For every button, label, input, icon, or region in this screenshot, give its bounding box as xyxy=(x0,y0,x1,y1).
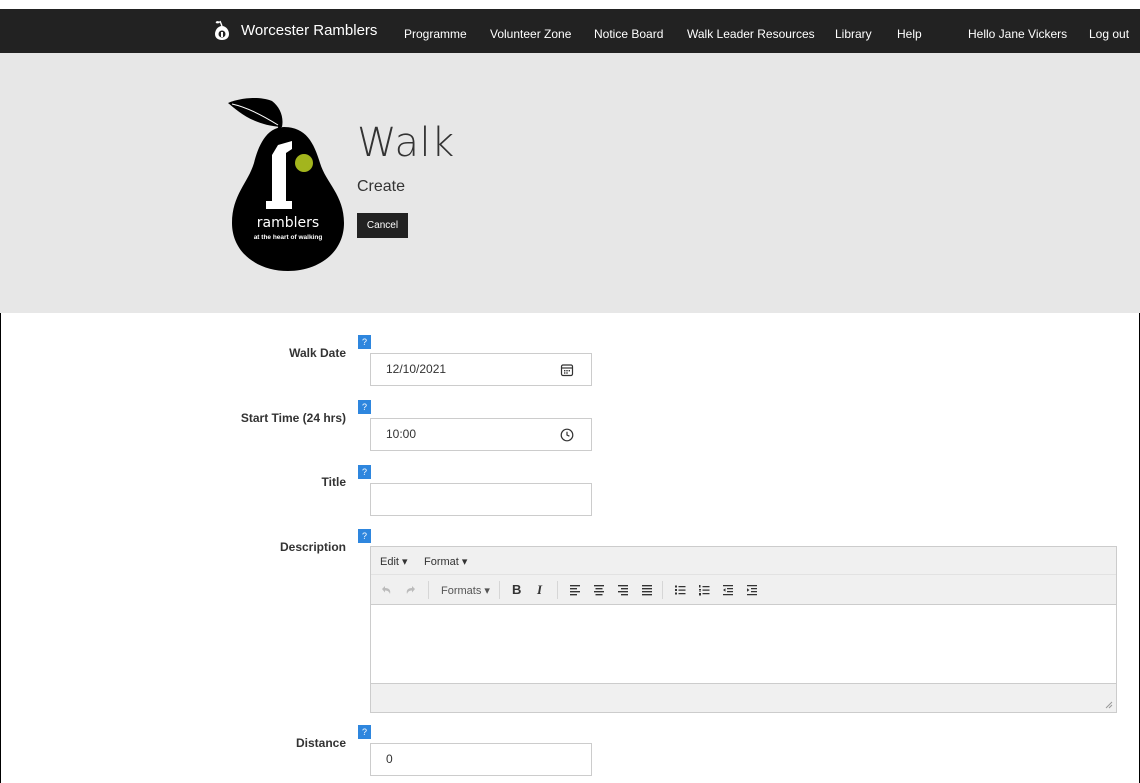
align-left-icon[interactable] xyxy=(569,583,581,597)
editor-toolbar: Formats ▾ B I xyxy=(371,575,1116,605)
align-center-icon[interactable] xyxy=(593,583,605,597)
nav-programme[interactable]: Programme xyxy=(404,27,467,41)
toolbar-separator xyxy=(557,581,558,599)
top-navbar: Worcester Ramblers Programme Volunteer Z… xyxy=(0,0,1140,53)
logo-tagline: at the heart of walking xyxy=(254,234,323,241)
start-time-help-button[interactable]: ? xyxy=(358,400,371,414)
description-label: Description xyxy=(279,540,346,554)
logo-wordmark: ramblers xyxy=(257,215,319,231)
description-help-button[interactable]: ? xyxy=(358,529,371,543)
distance-value: 0 xyxy=(386,752,393,766)
indent-icon[interactable] xyxy=(746,583,758,597)
page-subtitle: Create xyxy=(357,178,406,195)
resize-handle-icon[interactable] xyxy=(1105,701,1113,709)
description-editor: Edit ▾ Format ▾ Formats ▾ B I xyxy=(370,546,1117,713)
ramblers-pear-logo: ramblers at the heart of walking xyxy=(228,97,344,271)
toolbar-separator xyxy=(499,581,500,599)
brand-name: Worcester Ramblers xyxy=(241,21,378,39)
distance-input[interactable]: 0 xyxy=(370,743,592,776)
bullet-list-icon[interactable] xyxy=(674,583,686,597)
toolbar-separator xyxy=(428,581,429,599)
italic-button[interactable]: I xyxy=(537,582,542,597)
numbered-list-icon[interactable] xyxy=(698,583,710,597)
brand[interactable]: Worcester Ramblers xyxy=(214,20,377,40)
walk-date-help-button[interactable]: ? xyxy=(358,335,371,349)
pear-logo-icon xyxy=(215,20,229,40)
align-justify-icon[interactable] xyxy=(641,583,653,597)
editor-content-area[interactable] xyxy=(371,605,1116,684)
editor-menu-edit[interactable]: Edit ▾ xyxy=(380,555,408,568)
bold-button[interactable]: B xyxy=(512,582,521,597)
start-time-input[interactable]: 10:00 xyxy=(370,418,592,451)
page-title: Walk xyxy=(357,120,455,166)
nav-help[interactable]: Help xyxy=(897,27,922,41)
calendar-icon[interactable] xyxy=(560,363,574,377)
walk-date-value: 12/10/2021 xyxy=(386,362,447,376)
distance-help-button[interactable]: ? xyxy=(358,725,371,739)
start-time-value: 10:00 xyxy=(386,427,417,441)
title-input[interactable] xyxy=(370,483,592,516)
formats-dropdown[interactable]: Formats ▾ xyxy=(441,584,490,598)
clock-icon[interactable] xyxy=(560,428,574,442)
nav-library[interactable]: Library xyxy=(835,27,872,41)
nav-notice-board[interactable]: Notice Board xyxy=(594,27,663,41)
editor-statusbar xyxy=(371,683,1116,712)
outdent-icon[interactable] xyxy=(722,583,734,597)
title-label: Title xyxy=(321,475,346,489)
nav-volunteer-zone[interactable]: Volunteer Zone xyxy=(490,27,571,41)
walk-date-label: Walk Date xyxy=(289,346,346,360)
page-header xyxy=(0,53,1140,313)
walk-date-input[interactable]: 12/10/2021 xyxy=(370,353,592,386)
align-right-icon[interactable] xyxy=(617,583,629,597)
editor-menu-format[interactable]: Format ▾ xyxy=(424,555,467,568)
editor-menubar: Edit ▾ Format ▾ xyxy=(371,547,1116,575)
nav-logout[interactable]: Log out xyxy=(1089,27,1129,41)
distance-label: Distance xyxy=(295,736,346,750)
start-time-label: Start Time (24 hrs) xyxy=(240,411,346,425)
nav-user-greeting[interactable]: Hello Jane Vickers xyxy=(968,27,1067,41)
toolbar-separator xyxy=(662,581,663,599)
undo-icon[interactable] xyxy=(380,583,392,597)
title-help-button[interactable]: ? xyxy=(358,465,371,479)
nav-walk-leader-resources[interactable]: Walk Leader Resources xyxy=(687,27,815,41)
redo-icon[interactable] xyxy=(405,583,417,597)
cancel-button[interactable]: Cancel xyxy=(357,213,408,238)
